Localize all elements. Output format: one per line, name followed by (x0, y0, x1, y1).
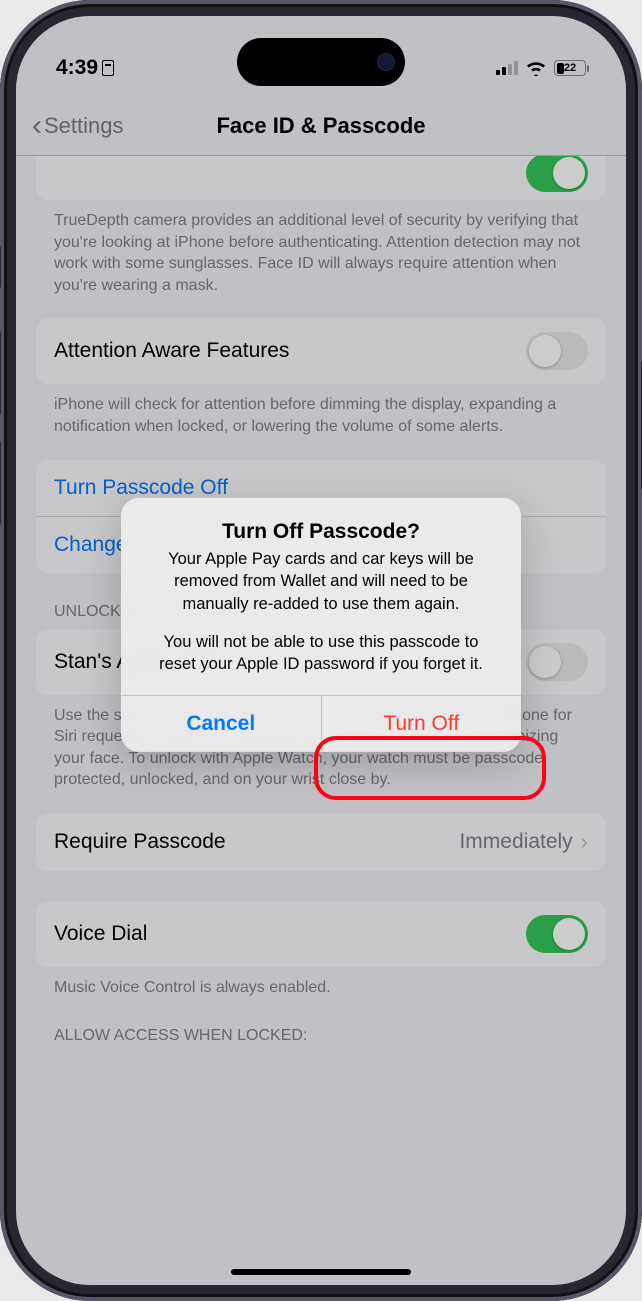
volume-up-button (0, 330, 1, 416)
alert-title: Turn Off Passcode? (143, 520, 499, 544)
turn-off-passcode-alert: Turn Off Passcode? Your Apple Pay cards … (121, 498, 521, 752)
alert-message: Your Apple Pay cards and car keys will b… (143, 548, 499, 675)
volume-down-button (0, 440, 1, 526)
home-indicator[interactable] (231, 1269, 411, 1275)
mute-switch (0, 245, 1, 289)
screen: 4:39 22 ‹ Settings Face ID & Passcode (16, 16, 626, 1285)
turn-off-button[interactable]: Turn Off (322, 696, 522, 752)
alert-button-row: Cancel Turn Off (121, 695, 521, 752)
cancel-button[interactable]: Cancel (121, 696, 322, 752)
phone-frame: 4:39 22 ‹ Settings Face ID & Passcode (0, 0, 642, 1301)
